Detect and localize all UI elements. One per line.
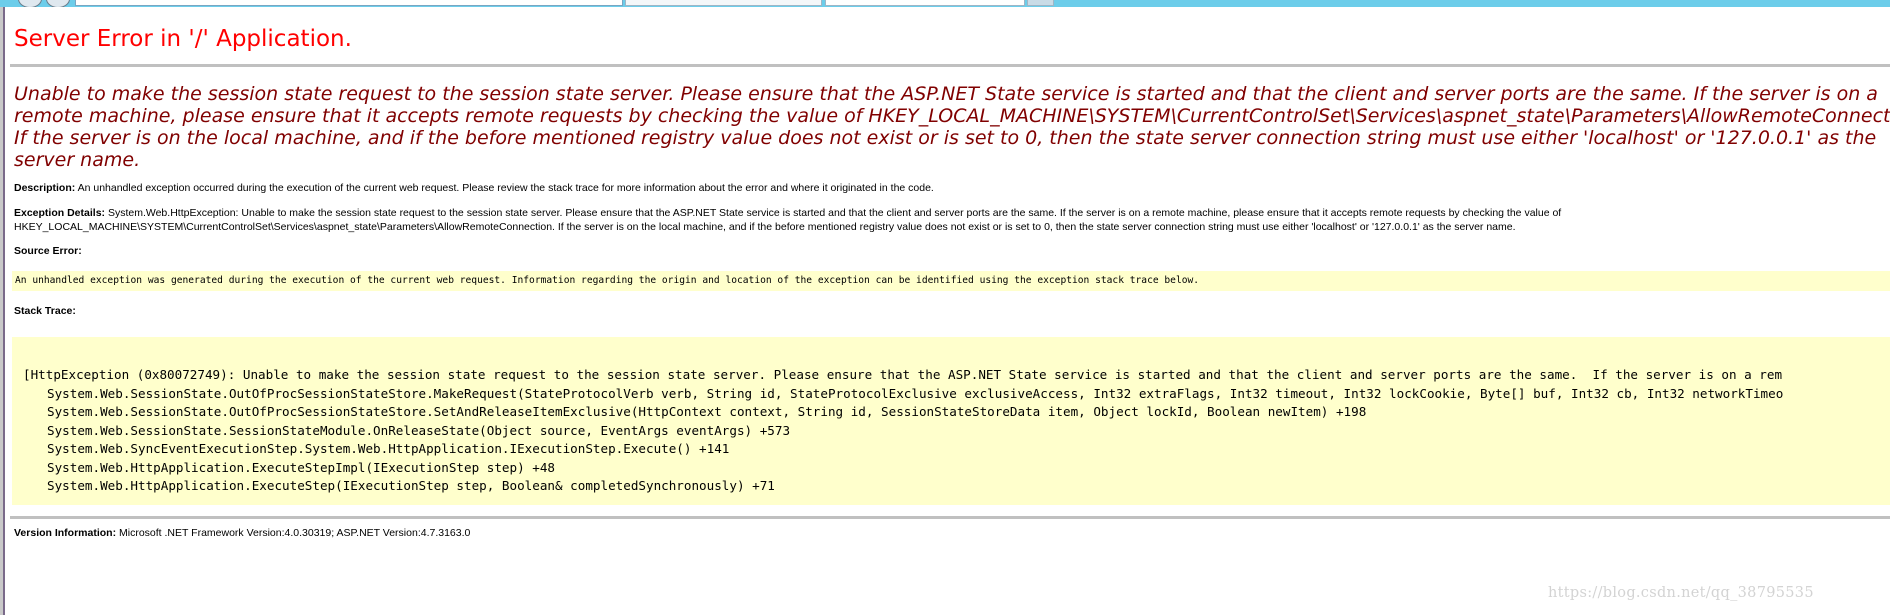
source-error-box: An unhandled exception was generated dur…	[12, 271, 1890, 291]
browser-chrome-strip	[0, 0, 1890, 7]
window-left-border-shadow	[3, 7, 5, 615]
description-label: Description:	[14, 182, 76, 194]
version-information-text: Microsoft .NET Framework Version:4.0.303…	[116, 527, 471, 539]
forward-arrow-icon[interactable]	[46, 0, 70, 7]
error-message-line: remote machine, please ensure that it ac…	[14, 105, 1890, 127]
browser-tab[interactable]	[625, 0, 822, 6]
stack-trace-line: System.Web.SessionState.SessionStateModu…	[47, 422, 791, 438]
description-text: An unhandled exception occurred during t…	[75, 182, 934, 194]
exception-details-text: System.Web.HttpException: Unable to make…	[105, 207, 1562, 219]
error-message-line: Unable to make the session state request…	[14, 83, 1878, 105]
title-divider	[10, 64, 1890, 67]
error-message-line: If the server is on the local machine, a…	[14, 127, 1877, 149]
version-information: Version Information: Microsoft .NET Fram…	[14, 526, 1890, 540]
error-message-line: server name.	[14, 149, 141, 171]
footer-divider	[10, 516, 1890, 519]
stack-trace-line: System.Web.HttpApplication.ExecuteStepIm…	[47, 459, 555, 475]
stack-trace-line: System.Web.SessionState.OutOfProcSession…	[47, 385, 1784, 401]
stack-trace-box: [HttpException (0x80072749): Unable to m…	[12, 337, 1890, 505]
version-information-label: Version Information:	[14, 527, 117, 539]
stack-trace-heading: Stack Trace:	[14, 305, 76, 317]
exception-details: Exception Details: System.Web.HttpExcept…	[14, 206, 1890, 234]
exception-details-text-continued: HKEY_LOCAL_MACHINE\SYSTEM\CurrentControl…	[14, 221, 1516, 233]
new-tab-button[interactable]	[1027, 0, 1054, 6]
watermark: https://blog.csdn.net/qq_38795535	[1548, 585, 1814, 601]
back-arrow-icon[interactable]	[18, 0, 42, 7]
stack-trace-line: System.Web.SessionState.OutOfProcSession…	[47, 404, 1367, 419]
source-error-heading: Source Error:	[14, 245, 82, 257]
exception-details-label: Exception Details:	[14, 207, 106, 219]
stack-trace-line: System.Web.SyncEventExecutionStep.System…	[47, 441, 730, 456]
search-box[interactable]	[825, 0, 1025, 6]
error-page: Server Error in '/' Application. Unable …	[10, 24, 1890, 540]
error-message: Unable to make the session state request…	[14, 83, 1890, 171]
page-title: Server Error in '/' Application.	[14, 26, 352, 52]
stack-trace-line: [HttpException (0x80072749): Unable to m…	[23, 367, 1783, 382]
address-bar[interactable]	[75, 0, 623, 6]
description: Description: An unhandled exception occu…	[14, 181, 1890, 195]
stack-trace-line: System.Web.HttpApplication.ExecuteStep(I…	[47, 478, 775, 493]
